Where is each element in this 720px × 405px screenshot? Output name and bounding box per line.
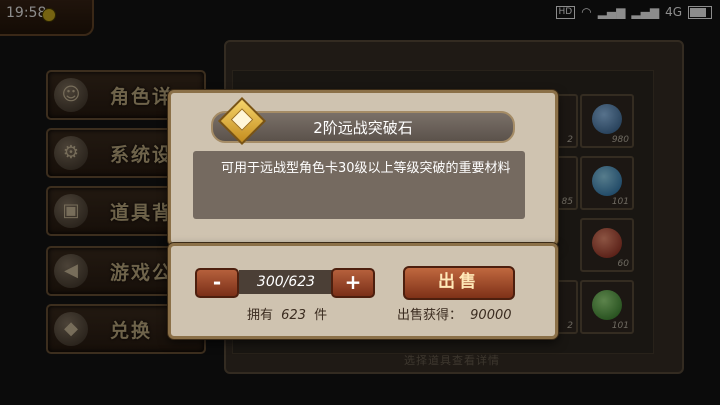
sell-button[interactable]: 出售: [403, 266, 515, 300]
quantity-field[interactable]: 300/623: [239, 270, 333, 294]
decrease-quantity-button[interactable]: -: [195, 268, 239, 298]
earnings-value: 90000: [470, 308, 512, 323]
owned-count-row: 拥有 623 件: [247, 304, 327, 323]
sell-earnings-row: 出售获得： 90000: [397, 304, 512, 323]
owned-count: 623: [281, 308, 306, 323]
item-description-box: 可用于远战型角色卡30级以上等级突破的重要材料: [193, 151, 525, 219]
item-detail-card: 2阶远战突破石 可用于远战型角色卡30级以上等级突破的重要材料: [168, 90, 558, 246]
item-description: 可用于远战型角色卡30级以上等级突破的重要材料: [221, 161, 511, 176]
sell-panel: - 300/623 + 出售 拥有 623 件 出售获得： 90000: [168, 243, 558, 339]
owned-label: 拥有: [247, 308, 274, 323]
owned-unit: 件: [314, 308, 328, 323]
increase-quantity-button[interactable]: +: [331, 268, 375, 298]
emblem-core: [230, 108, 254, 131]
earnings-label: 出售获得：: [397, 308, 463, 323]
